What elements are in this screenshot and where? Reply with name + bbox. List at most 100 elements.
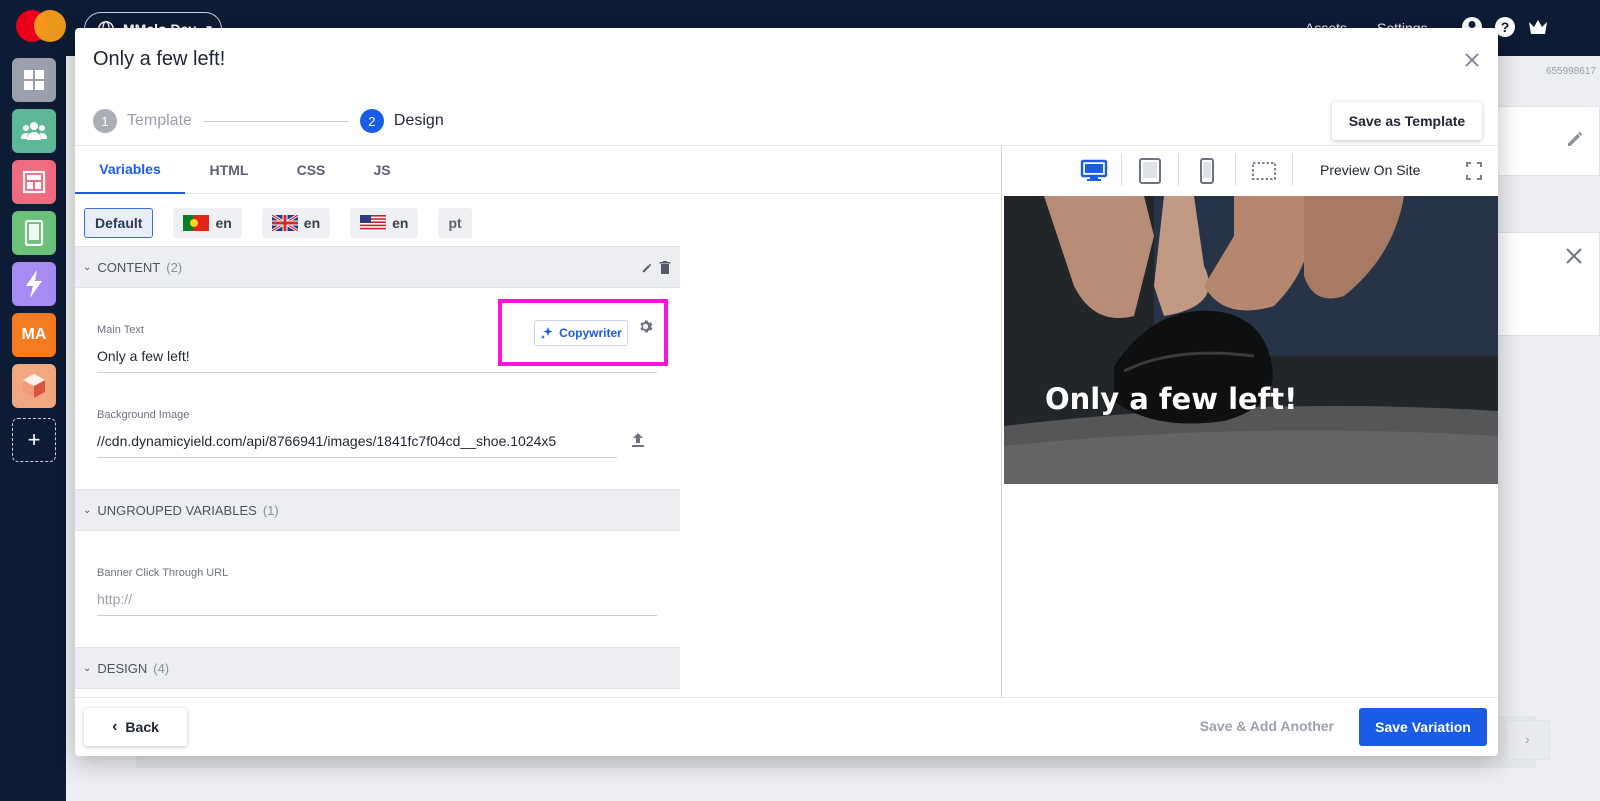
tab-js[interactable]: JS bbox=[359, 146, 405, 194]
close-icon[interactable] bbox=[1462, 50, 1482, 70]
lang-us-en[interactable]: en bbox=[350, 208, 419, 238]
us-flag-icon bbox=[360, 215, 387, 231]
desktop-icon[interactable] bbox=[1080, 158, 1108, 184]
group-count: (4) bbox=[153, 660, 170, 676]
tab-css[interactable]: CSS bbox=[279, 146, 343, 194]
save-and-add-another-button[interactable]: Save & Add Another bbox=[1200, 718, 1334, 734]
rail-bolt-button[interactable] bbox=[12, 262, 56, 306]
step-template[interactable]: Template bbox=[127, 112, 192, 130]
lang-uk-en[interactable]: en bbox=[261, 208, 331, 238]
custom-size-icon[interactable] bbox=[1250, 158, 1278, 184]
step-connector bbox=[203, 120, 348, 122]
background-image-label: Background Image bbox=[97, 409, 190, 421]
click-url-underline bbox=[97, 615, 657, 616]
group-name: UNGROUPED VARIABLES bbox=[97, 502, 257, 518]
variation-modal: Only a few left! 1 Template 2 Design Sav… bbox=[75, 28, 1498, 756]
editor-pane: Variables HTML CSS JS Default en en en p… bbox=[75, 145, 1002, 697]
copywriter-label: Copywriter bbox=[559, 326, 622, 340]
background-id: 655998617 bbox=[1545, 66, 1596, 77]
group-ungrouped-header[interactable]: ⌄ UNGROUPED VARIABLES (1) bbox=[75, 489, 680, 531]
rail-layout-button[interactable] bbox=[12, 160, 56, 204]
box-icon bbox=[23, 374, 45, 398]
rail-audiences-button[interactable] bbox=[12, 109, 56, 153]
toolbar-divider bbox=[1178, 154, 1179, 186]
rail-ma-button[interactable]: MA bbox=[12, 313, 56, 357]
ma-badge: MA bbox=[21, 326, 47, 343]
editor-tabs: Variables HTML CSS JS bbox=[75, 146, 1002, 194]
toolbar-divider bbox=[1235, 154, 1236, 186]
lang-portugal-en[interactable]: en bbox=[173, 208, 242, 238]
collapse-icon: ⌄ bbox=[83, 261, 92, 273]
audiences-icon bbox=[21, 122, 47, 140]
upload-icon[interactable] bbox=[630, 432, 646, 448]
copywriter-button[interactable]: Copywriter bbox=[534, 320, 628, 346]
rail-box-button[interactable] bbox=[12, 364, 56, 408]
preview-toolbar: Preview On Site bbox=[1002, 145, 1498, 195]
tablet-icon[interactable] bbox=[1136, 158, 1164, 184]
step-2-number: 2 bbox=[359, 109, 384, 133]
bolt-icon bbox=[26, 270, 42, 298]
preview-on-site-button[interactable]: Preview On Site bbox=[1320, 162, 1420, 178]
rail-mobile-button[interactable] bbox=[12, 211, 56, 255]
back-button[interactable]: ‹ Back bbox=[84, 708, 187, 746]
background-image-underline bbox=[97, 457, 617, 458]
main-text-label: Main Text bbox=[97, 324, 144, 336]
back-label: Back bbox=[125, 719, 159, 735]
lang-label: en bbox=[392, 215, 409, 231]
rail-add-button[interactable]: + bbox=[12, 418, 56, 462]
preview-banner-text: Only a few left! bbox=[1045, 382, 1298, 416]
background-next-button: › bbox=[1506, 720, 1550, 760]
collapse-icon: ⌄ bbox=[83, 504, 92, 516]
step-1-number: 1 bbox=[93, 109, 117, 133]
save-variation-button[interactable]: Save Variation bbox=[1359, 708, 1487, 746]
crown-icon[interactable] bbox=[1527, 16, 1549, 38]
chevron-right-icon: › bbox=[1525, 731, 1530, 747]
mobile-icon bbox=[24, 220, 44, 246]
lang-label: en bbox=[303, 215, 321, 231]
tab-variables[interactable]: Variables bbox=[75, 146, 185, 194]
chevron-left-icon: ‹ bbox=[112, 718, 118, 735]
click-url-input[interactable]: http:// bbox=[97, 591, 132, 607]
preview-banner[interactable]: Only a few left! bbox=[1004, 196, 1498, 484]
fullscreen-icon[interactable] bbox=[1464, 158, 1484, 184]
click-url-label: Banner Click Through URL bbox=[97, 567, 229, 579]
background-image-input[interactable]: //cdn.dynamicyield.com/api/8766941/image… bbox=[97, 433, 617, 449]
tab-html[interactable]: HTML bbox=[195, 146, 263, 194]
trash-icon[interactable] bbox=[659, 261, 671, 274]
grid-icon bbox=[24, 70, 44, 90]
rail-grid-button[interactable] bbox=[12, 58, 56, 102]
toolbar-divider bbox=[1121, 154, 1122, 186]
background-panel bbox=[1486, 232, 1600, 336]
background-card bbox=[1486, 106, 1600, 176]
group-name: CONTENT bbox=[97, 259, 161, 275]
variables-list: ⌄ CONTENT (2) Main Text Only a few left!… bbox=[75, 246, 680, 698]
svg-text:?: ? bbox=[1501, 19, 1510, 35]
lang-default[interactable]: Default bbox=[84, 208, 154, 238]
uk-flag-icon bbox=[271, 215, 298, 231]
sparkle-icon bbox=[541, 327, 553, 339]
modal-title: Only a few left! bbox=[93, 48, 226, 70]
save-as-template-button[interactable]: Save as Template bbox=[1332, 102, 1482, 140]
toolbar-divider bbox=[1292, 154, 1293, 186]
group-content-header[interactable]: ⌄ CONTENT (2) bbox=[75, 246, 680, 288]
lang-default-label: Default bbox=[95, 215, 143, 231]
main-text-input[interactable]: Only a few left! bbox=[97, 348, 190, 364]
gear-icon[interactable] bbox=[638, 319, 653, 334]
pencil-icon[interactable] bbox=[641, 262, 653, 274]
group-count: (2) bbox=[166, 259, 183, 275]
modal-footer: ‹ Back Save & Add Another Save Variation bbox=[75, 697, 1498, 756]
layout-icon bbox=[22, 170, 46, 194]
step-design[interactable]: Design bbox=[394, 112, 444, 130]
mobile-icon[interactable] bbox=[1193, 158, 1221, 184]
close-icon bbox=[1566, 248, 1582, 264]
group-name: DESIGN bbox=[97, 660, 148, 676]
mastercard-logo[interactable] bbox=[16, 10, 68, 42]
lang-pt[interactable]: pt bbox=[438, 208, 472, 238]
group-design-header[interactable]: ⌄ DESIGN (4) bbox=[75, 647, 680, 689]
portugal-flag-icon bbox=[183, 215, 210, 231]
lang-label: en bbox=[215, 215, 232, 231]
group-count: (1) bbox=[262, 502, 279, 518]
collapse-icon: ⌄ bbox=[83, 662, 92, 674]
shoe-background-image bbox=[1004, 196, 1498, 484]
pencil-icon bbox=[1568, 132, 1582, 146]
